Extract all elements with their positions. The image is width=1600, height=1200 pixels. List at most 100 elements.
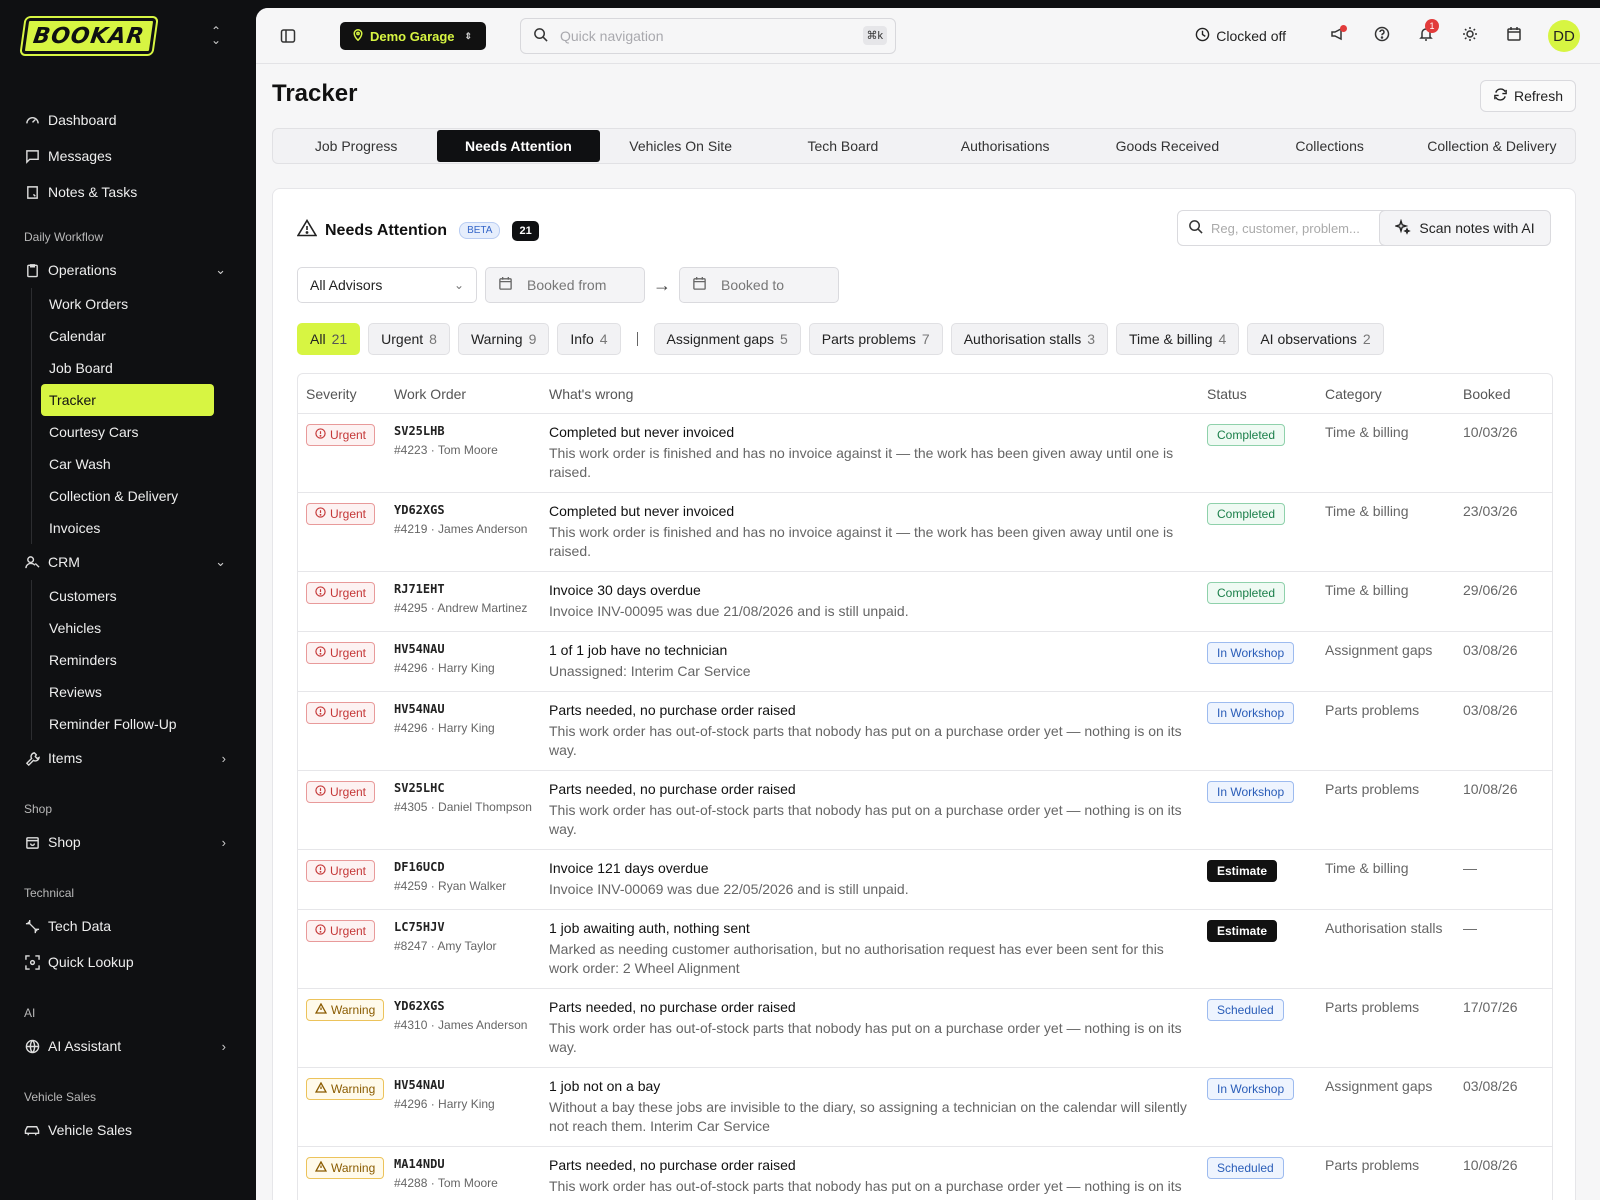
tab-collection-delivery[interactable]: Collection & Delivery bbox=[1411, 130, 1573, 162]
sidebar-item-reviews[interactable]: Reviews bbox=[32, 676, 256, 708]
sidebar-item-reminders[interactable]: Reminders bbox=[32, 644, 256, 676]
status-badge: In Workshop bbox=[1207, 702, 1295, 724]
needs-attention-panel: Needs Attention BETA 21 Reg, customer, p… bbox=[272, 188, 1576, 1200]
sidebar-item-crm[interactable]: CRM ⌄ bbox=[0, 544, 256, 580]
col-work-order[interactable]: Work Order bbox=[394, 386, 549, 402]
scan-notes-ai-button[interactable]: Scan notes with AI bbox=[1379, 210, 1551, 246]
tab-collections[interactable]: Collections bbox=[1249, 130, 1411, 162]
sidebar-item-job-board[interactable]: Job Board bbox=[32, 352, 256, 384]
sidebar-item-notes-tasks[interactable]: Notes & Tasks bbox=[0, 174, 256, 210]
sidebar-item-customers[interactable]: Customers bbox=[32, 580, 256, 612]
sidebar-item-collection-delivery[interactable]: Collection & Delivery bbox=[32, 480, 256, 512]
registration[interactable]: SV25LHC bbox=[394, 781, 549, 795]
registration[interactable]: MA14NDU bbox=[394, 1157, 549, 1171]
filter-chip-assignment-gaps[interactable]: Assignment gaps 5 bbox=[653, 323, 801, 355]
filter-chip-ai-observations[interactable]: AI observations 2 bbox=[1247, 323, 1384, 355]
advisor-select[interactable]: All Advisors ⌄ bbox=[297, 267, 477, 303]
sidebar-item-tracker[interactable]: Tracker bbox=[41, 384, 214, 416]
registration[interactable]: HV54NAU bbox=[394, 642, 549, 656]
filter-chip-authorisation-stalls[interactable]: Authorisation stalls 3 bbox=[950, 323, 1109, 355]
sidebar-item-quick-lookup[interactable]: Quick Lookup bbox=[0, 944, 256, 980]
booked-date: 03/08/26 bbox=[1463, 702, 1518, 718]
registration[interactable]: YD62XGS bbox=[394, 503, 549, 517]
filter-chip-info[interactable]: Info 4 bbox=[557, 323, 621, 355]
warning-triangle-icon bbox=[314, 1160, 328, 1175]
col-category[interactable]: Category bbox=[1325, 386, 1463, 402]
table-row[interactable]: Urgent HV54NAU #4296 · Harry King Parts nee… bbox=[298, 692, 1552, 771]
quick-navigation-input[interactable]: Quick navigation ⌘k bbox=[520, 18, 896, 54]
table-row[interactable]: Urgent SV25LHC #4305 · Daniel Thompson Part… bbox=[298, 771, 1552, 850]
filter-chip-warning[interactable]: Warning 9 bbox=[457, 323, 550, 355]
tab-authorisations[interactable]: Authorisations bbox=[924, 130, 1086, 162]
col-status[interactable]: Status bbox=[1207, 386, 1325, 402]
theme-toggle[interactable] bbox=[1448, 16, 1492, 56]
tab-vehicles-on-site[interactable]: Vehicles On Site bbox=[600, 130, 762, 162]
chevron-down-icon: ⌄ bbox=[215, 554, 226, 569]
filter-chip-all[interactable]: All 21 bbox=[297, 323, 361, 355]
sidebar-item-messages[interactable]: Messages bbox=[0, 138, 256, 174]
col-whats-wrong[interactable]: What's wrong bbox=[549, 386, 1207, 402]
sidebar-item-work-orders[interactable]: Work Orders bbox=[32, 288, 256, 320]
booked-to-picker[interactable]: Booked to bbox=[679, 267, 839, 303]
sidebar-item-operations[interactable]: Operations ⌄ bbox=[0, 252, 256, 288]
booked-from-picker[interactable]: Booked from bbox=[485, 267, 645, 303]
severity-label: Urgent bbox=[330, 507, 367, 521]
col-severity[interactable]: Severity bbox=[298, 386, 394, 402]
notifications-button[interactable]: 1 bbox=[1404, 16, 1448, 56]
registration[interactable]: SV25LHB bbox=[394, 424, 549, 438]
sidebar-item-invoices[interactable]: Invoices bbox=[32, 512, 256, 544]
tab-tech-board[interactable]: Tech Board bbox=[762, 130, 924, 162]
sidebar-item-vehicle-sales[interactable]: Vehicle Sales bbox=[0, 1112, 256, 1148]
table-row[interactable]: Urgent DF16UCD #4259 · Ryan Walker Invoice … bbox=[298, 850, 1552, 910]
chevrons-updown-icon[interactable]: ⌃ ⌄ bbox=[208, 25, 224, 46]
sidebar-item-calendar[interactable]: Calendar bbox=[32, 320, 256, 352]
table-row[interactable]: Warning YD62XGS #4310 · James Anderson Part… bbox=[298, 989, 1552, 1068]
registration[interactable]: YD62XGS bbox=[394, 999, 549, 1013]
registration[interactable]: HV54NAU bbox=[394, 702, 549, 716]
filter-chip-urgent[interactable]: Urgent 8 bbox=[368, 323, 450, 355]
sidebar-item-items[interactable]: Items › bbox=[0, 740, 256, 776]
category: Assignment gaps bbox=[1325, 642, 1433, 658]
search-input[interactable]: Reg, customer, problem... bbox=[1177, 210, 1397, 246]
sidebar-item-vehicles[interactable]: Vehicles bbox=[32, 612, 256, 644]
table-row[interactable]: Urgent HV54NAU #4296 · Harry King 1 of 1 jo… bbox=[298, 632, 1552, 692]
registration[interactable]: RJ71EHT bbox=[394, 582, 549, 596]
booked-date: 03/08/26 bbox=[1463, 1078, 1518, 1094]
issue-title: Completed but never invoiced bbox=[549, 424, 735, 440]
refresh-button[interactable]: Refresh bbox=[1480, 80, 1576, 112]
table-row[interactable]: Warning HV54NAU #4296 · Harry King 1 job no… bbox=[298, 1068, 1552, 1147]
sidebar-item-dashboard[interactable]: Dashboard bbox=[0, 102, 256, 138]
filter-chip-time-billing[interactable]: Time & billing 4 bbox=[1116, 323, 1240, 355]
table-row[interactable]: Urgent LC75HJV #8247 · Amy Taylor 1 job awa… bbox=[298, 910, 1552, 989]
tab-goods-received[interactable]: Goods Received bbox=[1086, 130, 1248, 162]
col-booked[interactable]: Booked bbox=[1463, 386, 1552, 402]
sidebar-item-courtesy-cars[interactable]: Courtesy Cars bbox=[32, 416, 256, 448]
sidebar-item-car-wash[interactable]: Car Wash bbox=[32, 448, 256, 480]
registration[interactable]: DF16UCD bbox=[394, 860, 549, 874]
table-row[interactable]: Urgent YD62XGS #4219 · James Anderson Compl… bbox=[298, 493, 1552, 572]
unread-dot bbox=[1340, 25, 1347, 32]
sidebar-toggle-icon[interactable] bbox=[280, 28, 296, 49]
garage-selector[interactable]: Demo Garage ⇕ bbox=[340, 22, 486, 50]
table-row[interactable]: Urgent SV25LHB #4223 · Tom Moore Completed … bbox=[298, 414, 1552, 493]
chip-separator bbox=[636, 332, 638, 346]
help-button[interactable] bbox=[1360, 16, 1404, 56]
avatar[interactable]: DD bbox=[1548, 20, 1580, 52]
table-row[interactable]: Urgent RJ71EHT #4295 · Andrew Martinez Invo… bbox=[298, 572, 1552, 632]
announcement-button[interactable] bbox=[1316, 16, 1360, 56]
alert-circle-icon bbox=[315, 706, 326, 720]
clock-status[interactable]: Clocked off bbox=[1195, 27, 1286, 45]
calendar-icon bbox=[1506, 26, 1522, 47]
table-row[interactable]: Warning MA14NDU #4288 · Tom Moore Parts nee… bbox=[298, 1147, 1552, 1200]
registration[interactable]: HV54NAU bbox=[394, 1078, 549, 1092]
sidebar-item-shop[interactable]: Shop › bbox=[0, 824, 256, 860]
sidebar-item-tech-data[interactable]: Tech Data bbox=[0, 908, 256, 944]
bookar-logo[interactable]: BOOKAR bbox=[19, 16, 159, 56]
sidebar-item-ai-assistant[interactable]: AI Assistant › bbox=[0, 1028, 256, 1064]
calendar-button[interactable] bbox=[1492, 16, 1536, 56]
tab-job-progress[interactable]: Job Progress bbox=[275, 130, 437, 162]
sidebar-item-reminder-follow-up[interactable]: Reminder Follow-Up bbox=[32, 708, 256, 740]
tab-needs-attention[interactable]: Needs Attention bbox=[437, 130, 600, 162]
registration[interactable]: LC75HJV bbox=[394, 920, 549, 934]
filter-chip-parts-problems[interactable]: Parts problems 7 bbox=[808, 323, 943, 355]
